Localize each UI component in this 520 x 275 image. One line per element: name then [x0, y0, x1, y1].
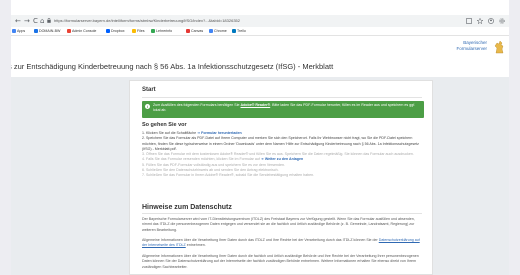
privacy-paragraph-3: Allgemeine Informationen über die Verarb…	[142, 254, 419, 269]
home-icon[interactable]: ⌂	[40, 15, 44, 27]
step-text: 1. Klicken Sie auf die Schaltfläche	[142, 131, 197, 135]
adobe-reader-alert: i Zum Ausfüllen des folgenden Formulars …	[142, 101, 424, 118]
step-text: 3. Öffnen Sie das Formular mit dem koste…	[142, 152, 414, 157]
brand-line-2: Formularserver	[456, 46, 487, 51]
arrow-right-icon: ➜	[260, 157, 264, 162]
privacy-heading: Hinweise zum Datenschutz	[142, 204, 232, 211]
info-icon: i	[145, 104, 150, 109]
page-title: s zur Entschädigung Kinderbetreuung nach…	[11, 62, 334, 71]
arrow-right-icon: ➜	[197, 131, 201, 135]
bavaria-lion-logo	[494, 40, 505, 54]
bookmark-lehrerinfo[interactable]: Lehrerinfo	[151, 27, 172, 36]
canvas-icon	[186, 29, 190, 34]
step-text: 7. Schließen Sie das Formular in Ihrem A…	[142, 173, 315, 178]
bookmark-label: Chrome	[214, 29, 227, 33]
trello-icon	[232, 29, 236, 34]
bookmark-label: Canvas	[191, 29, 204, 33]
bookmark-label: Files	[137, 29, 145, 33]
extensions-icon[interactable]	[466, 15, 472, 27]
step-text: 2. Speichern Sie das Formular als PDF-Da…	[142, 136, 419, 151]
privacy-paragraph-1: Der Bayerische Formularserver wird vom I…	[142, 217, 415, 232]
admin-icon	[67, 29, 71, 34]
reload-icon[interactable]: C	[33, 15, 38, 27]
forward-icon[interactable]: →	[24, 15, 30, 27]
bookmark-chrome[interactable]: Chrome	[209, 27, 227, 36]
divider	[142, 213, 422, 214]
privacy-paragraph-2: Allgemeine Informationen über die Verarb…	[142, 238, 424, 249]
site-brand[interactable]: Bayerischer Formularserver	[456, 40, 487, 52]
address-bar: ← → C ⌂ https://formularserver.bayern.de…	[11, 15, 509, 27]
list-item: 7. Schließen Sie das Formular in Ihrem A…	[142, 173, 424, 178]
page-title-bar: s zur Entschädigung Kinderbetreuung nach…	[11, 57, 509, 77]
bookmark-label: DOMAIN-BW	[39, 29, 61, 33]
lehrerinfo-icon	[151, 29, 155, 34]
bookmark-label: Dropbox	[111, 29, 125, 33]
profile-icon[interactable]	[488, 15, 494, 27]
chrome-icon	[209, 29, 213, 34]
privacy-text: Allgemeine Informationen über die Verarb…	[142, 238, 378, 242]
lock-icon	[47, 15, 51, 27]
settings-icon[interactable]	[499, 15, 505, 27]
form-panel: Start i Zum Ausfüllen des folgenden Form…	[129, 80, 433, 275]
bookmark-files[interactable]: Files	[132, 27, 145, 36]
bookmark-label: Admin Console	[72, 29, 97, 33]
bookmark-canvas[interactable]: Canvas	[186, 27, 203, 36]
step-text: 6. Schließen Sie den Datenschutzhinweis …	[142, 168, 279, 173]
apps-icon	[12, 29, 16, 34]
alert-text-before: Zum Ausfüllen des folgenden Formulars be…	[153, 103, 240, 107]
folder-icon	[34, 29, 38, 34]
start-heading: Start	[142, 87, 156, 93]
steps-list: 1. Klicken Sie auf die Schaltfläche ➜ Fo…	[142, 131, 424, 179]
step-text: 4. Falls Sie das Formular versenden möch…	[142, 157, 260, 162]
url-input[interactable]: https://formularserver.bayern.de/intelli…	[54, 17, 424, 25]
bookmark-domain-bw[interactable]: DOMAIN-BW	[34, 27, 60, 36]
bookmark-label: Trello	[237, 29, 246, 33]
bookmark-apps[interactable]: Apps	[12, 27, 25, 36]
bookmark-star-icon[interactable]	[476, 15, 484, 27]
bookmark-label: Lehrerinfo	[156, 29, 173, 33]
bookmark-admin-console[interactable]: Admin Console	[67, 27, 96, 36]
list-item: 2. Speichern Sie das Formular als PDF-Da…	[142, 136, 424, 152]
step-text: 5. Füllen Sie das PDF-Formular vollständ…	[142, 162, 286, 167]
files-icon	[132, 29, 136, 34]
bookmark-label: Apps	[17, 29, 26, 33]
back-icon[interactable]: ←	[15, 15, 21, 27]
bookmark-trello[interactable]: Trello	[232, 27, 246, 36]
privacy-text: entnehmen.	[186, 243, 206, 248]
bookmark-dropbox[interactable]: Dropbox	[106, 27, 125, 36]
next-attachments-link[interactable]: Weiter zu den Anlagen	[265, 157, 303, 161]
bookmarks-bar: Apps DOMAIN-BW Admin Console Dropbox Fil…	[11, 27, 509, 36]
adobe-reader-link[interactable]: Adobe® Reader®	[241, 103, 271, 107]
download-form-link[interactable]: Formular herunterladen	[201, 131, 242, 135]
divider	[142, 97, 422, 98]
steps-heading: So gehen Sie vor	[142, 122, 187, 128]
alert-text: Zum Ausfüllen des folgenden Formulars be…	[153, 103, 419, 113]
browser-window: ← → C ⌂ https://formularserver.bayern.de…	[11, 0, 509, 275]
dropbox-icon	[106, 29, 110, 34]
